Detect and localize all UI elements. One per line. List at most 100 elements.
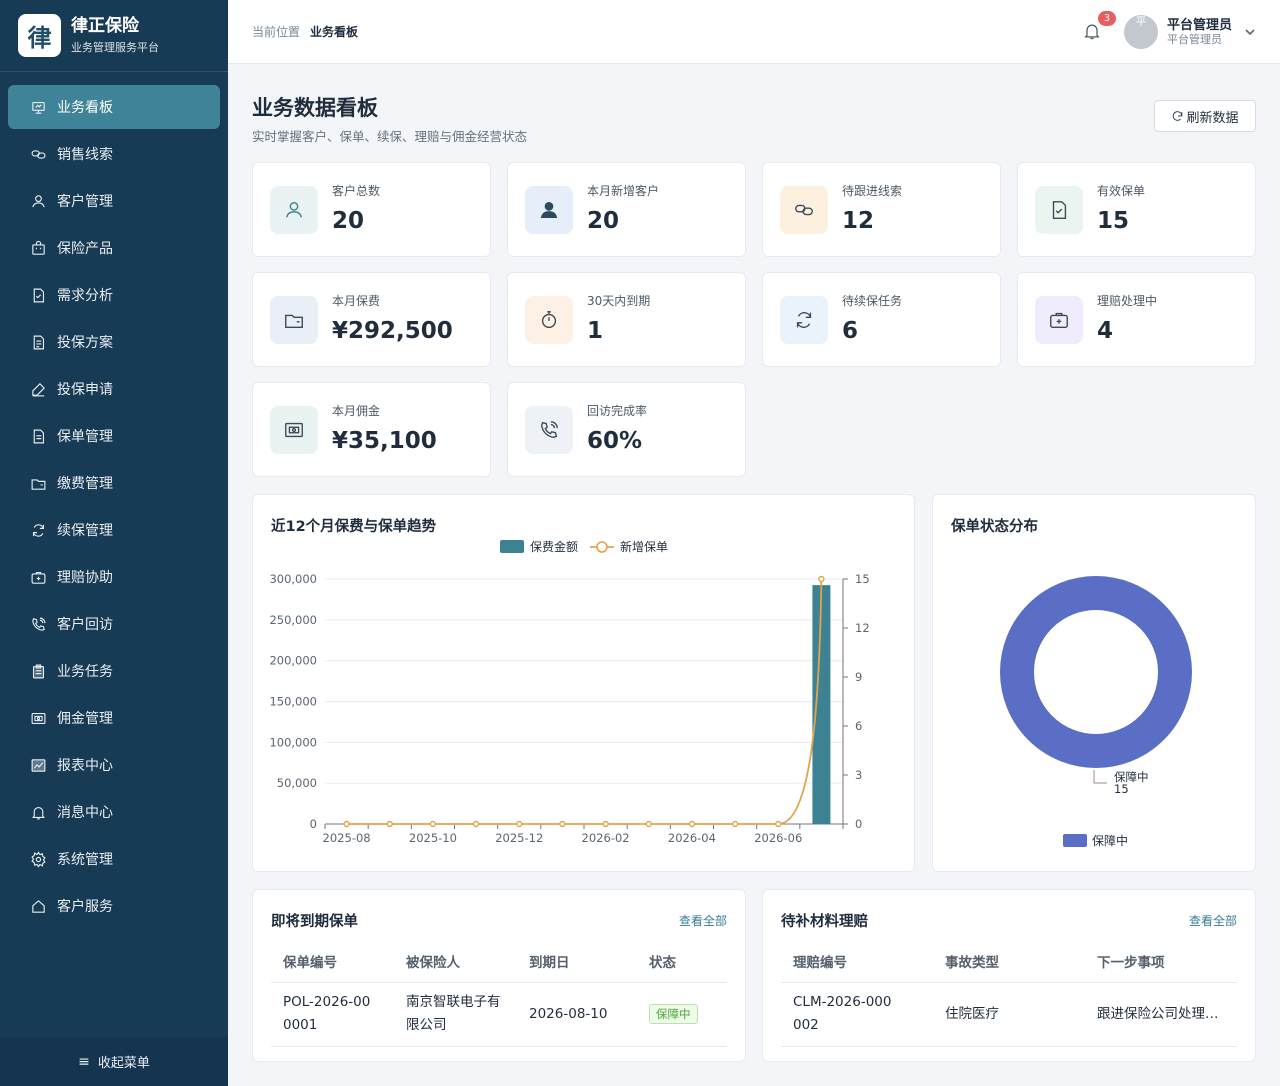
sidebar-item-13[interactable]: 业务任务 <box>8 649 220 693</box>
refresh-label: 刷新数据 <box>1186 110 1239 126</box>
expiring-view-all-link[interactable]: 查看全部 <box>679 912 727 929</box>
stat-icon-wrap <box>1035 186 1083 234</box>
sidebar-item-label: 缴费管理 <box>57 476 113 492</box>
line-point <box>731 820 739 828</box>
sidebar-item-label: 业务看板 <box>57 100 113 116</box>
notification-badge: 3 <box>1097 10 1116 26</box>
sidebar-item-label: 客户回访 <box>57 617 113 633</box>
sidebar-item-2[interactable]: 销售线索 <box>8 132 220 176</box>
column-header: 被保险人 <box>394 940 517 983</box>
legend-label: 保费金额 <box>530 539 578 554</box>
stat-icon-wrap <box>525 186 573 234</box>
sidebar-item-10[interactable]: 续保管理 <box>8 508 220 552</box>
sidebar-item-18[interactable]: 客户服务 <box>8 884 220 928</box>
bell-icon <box>32 806 45 819</box>
bar <box>812 585 831 824</box>
sidebar-item-15[interactable]: 报表中心 <box>8 743 220 787</box>
sidebar-item-label: 销售线索 <box>57 147 113 163</box>
y-left-tick-label: 200,000 <box>269 654 317 668</box>
expiring-policies-panel: 即将到期保单 查看全部 保单编号 被保险人 到期日 状态 POL-2026-00… <box>252 889 746 1062</box>
stat-value: ¥292,500 <box>332 318 453 344</box>
column-header: 状态 <box>637 940 727 983</box>
y-left-tick-label: 0 <box>310 817 317 831</box>
table-row[interactable]: POL-2026-000001 南京智联电子有限公司 2026-08-10 保障… <box>271 982 727 1047</box>
wallet-icon <box>31 478 46 490</box>
sidebar-item-17[interactable]: 系统管理 <box>8 837 220 881</box>
refresh-icon <box>1173 110 1183 121</box>
stat-card[interactable]: 本月佣金 ¥35,100 <box>252 382 491 477</box>
sidebar-item-6[interactable]: 投保方案 <box>8 320 220 364</box>
stat-card[interactable]: 本月新增客户 20 <box>507 162 746 257</box>
policy-number: POL-2026-000001 <box>271 982 394 1047</box>
stat-card[interactable]: 30天内到期 1 <box>507 272 746 367</box>
notification-button[interactable]: 3 <box>1082 10 1116 43</box>
claims-table: 理赔编号 事故类型 下一步事项 CLM-2026-000002 住院医疗 跟进保… <box>781 940 1237 1047</box>
stat-card[interactable]: 理赔处理中 4 <box>1017 272 1256 367</box>
phone-icon <box>32 617 46 631</box>
stat-label: 理赔处理中 <box>1097 294 1158 308</box>
stat-label: 本月佣金 <box>332 404 381 418</box>
stat-card[interactable]: 待跟进线索 12 <box>762 162 1001 257</box>
sidebar-item-4[interactable]: 保险产品 <box>8 226 220 270</box>
avatar[interactable]: 平 <box>1123 14 1158 49</box>
y-left-tick-label: 100,000 <box>269 735 317 749</box>
y-right-tick-label: 6 <box>855 719 862 733</box>
user-menu[interactable]: 平台管理员 平台管理员 <box>1167 18 1232 46</box>
pending-claims-panel: 待补材料理赔 查看全部 理赔编号 事故类型 下一步事项 CLM-2026-000… <box>762 889 1256 1062</box>
sidebar-item-7[interactable]: 投保申请 <box>8 367 220 411</box>
breadcrumb-label: 当前位置 <box>252 25 301 39</box>
collapse-menu-button[interactable]: ≡ 收起菜单 <box>0 1037 228 1086</box>
sidebar-item-1[interactable]: 业务看板 <box>8 85 220 129</box>
chevron-down-icon[interactable] <box>1244 26 1256 38</box>
refresh-icon <box>796 312 812 328</box>
user-role: 平台管理员 <box>1166 32 1222 46</box>
stat-value: 20 <box>587 208 620 234</box>
stat-value: 1 <box>587 318 604 344</box>
page-title: 业务数据看板 <box>252 96 378 120</box>
user-icon <box>32 194 45 207</box>
refresh-button[interactable]: 刷新数据 <box>1154 100 1256 132</box>
sidebar-item-label: 投保申请 <box>57 382 113 398</box>
sidebar-item-16[interactable]: 消息中心 <box>8 790 220 834</box>
stat-card[interactable]: 回访完成率 60% <box>507 382 746 477</box>
user-name: 平台管理员 <box>1166 17 1232 33</box>
stat-card[interactable]: 本月保费 ¥292,500 <box>252 272 491 367</box>
stat-icon-wrap <box>525 406 573 454</box>
stat-label: 本月保费 <box>332 294 381 308</box>
sidebar-item-9[interactable]: 缴费管理 <box>8 461 220 505</box>
y-right-tick-label: 9 <box>855 670 862 684</box>
y-right-tick-label: 0 <box>855 817 862 831</box>
stat-value: 15 <box>1097 208 1130 234</box>
y-left-tick-label: 300,000 <box>269 572 317 586</box>
menu-icon: ≡ <box>78 1053 90 1070</box>
stat-card[interactable]: 待续保任务 6 <box>762 272 1001 367</box>
stat-card[interactable]: 有效保单 15 <box>1017 162 1256 257</box>
expiring-title: 即将到期保单 <box>271 914 358 930</box>
sidebar-item-12[interactable]: 客户回访 <box>8 602 220 646</box>
claim-number: CLM-2026-000002 <box>781 982 933 1047</box>
stat-value: 4 <box>1097 318 1114 344</box>
shopping-bag-icon <box>32 240 45 255</box>
claims-view-all-link[interactable]: 查看全部 <box>1189 912 1237 929</box>
stat-icon-wrap <box>780 296 828 344</box>
sidebar-item-14[interactable]: 佣金管理 <box>8 696 220 740</box>
stat-card[interactable]: 客户总数 20 <box>252 162 491 257</box>
sidebar-item-11[interactable]: 理赔协助 <box>8 555 220 599</box>
column-header: 到期日 <box>517 940 637 983</box>
sidebar-item-8[interactable]: 保单管理 <box>8 414 220 458</box>
stat-icon-wrap <box>270 296 318 344</box>
sidebar-item-3[interactable]: 客户管理 <box>8 179 220 223</box>
brand-name: 律正保险 <box>71 16 139 36</box>
stat-value: 60% <box>587 428 643 454</box>
sidebar-item-5[interactable]: 需求分析 <box>8 273 220 317</box>
status-badge: 保障中 <box>649 1003 698 1024</box>
pen-icon <box>32 382 45 396</box>
status-chart-panel: 保单状态分布 保障中 15 保障中 <box>932 494 1256 872</box>
expiring-table: 保单编号 被保险人 到期日 状态 POL-2026-000001 南京智联电子有… <box>271 940 727 1047</box>
line-point <box>429 820 437 828</box>
legend-swatch <box>1063 834 1087 847</box>
table-row[interactable]: CLM-2026-000002 住院医疗 跟进保险公司处理… <box>781 982 1237 1047</box>
line-point <box>343 820 350 828</box>
breadcrumb-current: 业务看板 <box>310 25 359 39</box>
y-left-tick-label: 50,000 <box>277 776 317 790</box>
